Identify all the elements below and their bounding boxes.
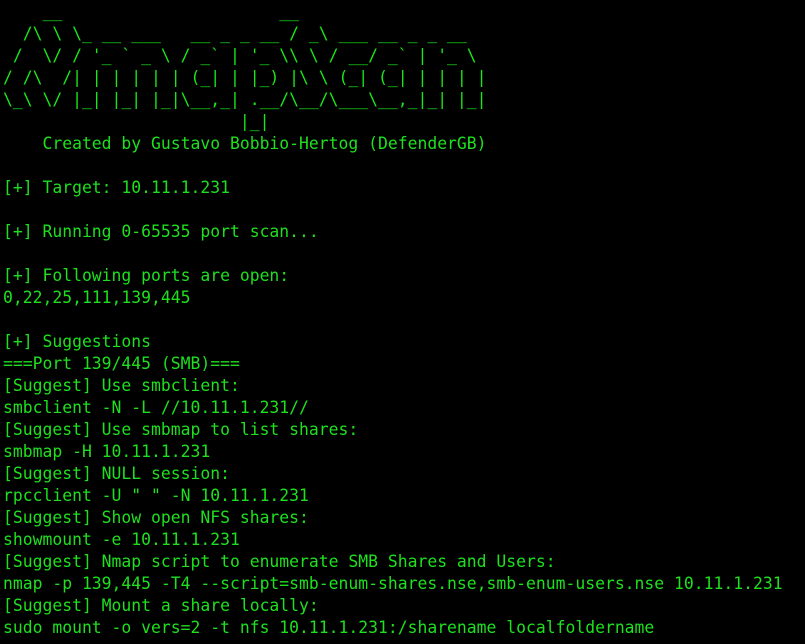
target-line: [+] Target: 10.11.1.231: [3, 178, 230, 197]
suggestion-command: sudo mount -o vers=2 -t nfs 10.11.1.231:…: [3, 618, 655, 637]
suggestion-command: nmap -p 139,445 -T4 --script=smb-enum-sh…: [3, 574, 783, 593]
suggestion-label: [Suggest] Use smbclient:: [3, 376, 240, 395]
open-ports-list: 0,22,25,111,139,445: [3, 288, 191, 307]
port-scan-status: [+] Running 0-65535 port scan...: [3, 222, 319, 241]
suggestion-label: [Suggest] Mount a share locally:: [3, 596, 319, 615]
suggestion-label: [Suggest] Nmap script to enumerate SMB S…: [3, 552, 556, 571]
suggestion-command: showmount -e 10.11.1.231: [3, 530, 240, 549]
ascii-banner-line: \_\ \/ |_| |_| |_|\__,_| .__/\__/\___\__…: [3, 90, 487, 109]
open-ports-heading: [+] Following ports are open:: [3, 266, 290, 285]
ascii-banner-line: /\ \ \_ __ ___ __ _ _ __ / _\ ___ __ _ _…: [3, 24, 467, 43]
ascii-banner-line: |_|: [3, 112, 270, 131]
smb-section-header: ===Port 139/445 (SMB)===: [3, 354, 240, 373]
suggestion-command: smbclient -N -L //10.11.1.231//: [3, 398, 309, 417]
suggestion-label: [Suggest] Use smbmap to list shares:: [3, 420, 359, 439]
author-credit: Created by Gustavo Bobbio-Hertog (Defend…: [3, 134, 487, 153]
ascii-banner-line: / \/ / '_ ` _ \ / _` | '_ \\ \ / __/ _` …: [3, 46, 477, 65]
suggestion-command: smbmap -H 10.11.1.231: [3, 442, 211, 461]
terminal-window[interactable]: __ __ /\ \ \_ __ ___ __ _ _ __ / _\ ___ …: [3, 1, 803, 643]
suggestions-heading: [+] Suggestions: [3, 332, 152, 351]
suggestion-label: [Suggest] Show open NFS shares:: [3, 508, 309, 527]
suggestion-label: [Suggest] NULL session:: [3, 464, 230, 483]
ascii-banner-line: __ __: [3, 2, 300, 21]
ascii-banner-line: / /\ /| | | | | | (_| | |_) |\ \ (_| (_|…: [3, 68, 487, 87]
suggestion-command: rpcclient -U " " -N 10.11.1.231: [3, 486, 309, 505]
